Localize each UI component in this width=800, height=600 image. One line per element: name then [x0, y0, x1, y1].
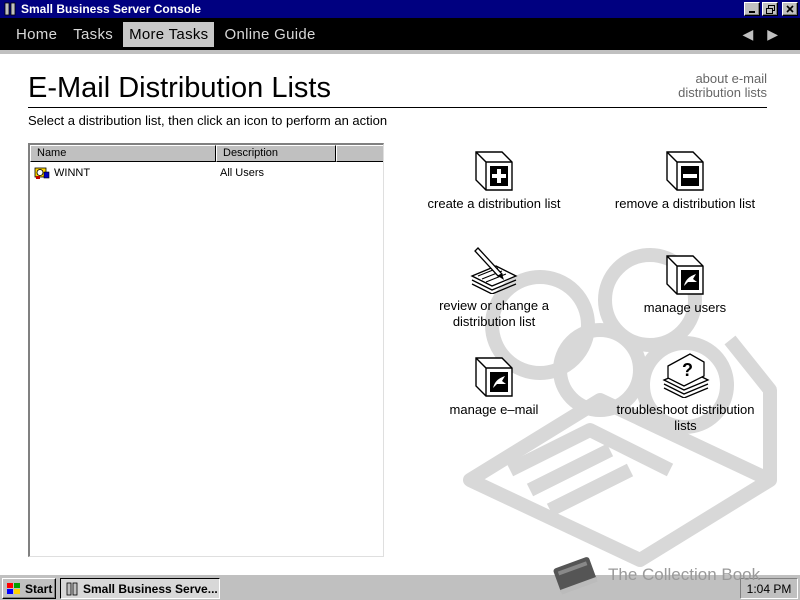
back-arrow-icon[interactable]: ◀: [742, 27, 753, 41]
column-header-filler: [336, 145, 383, 162]
nav-more-tasks[interactable]: More Tasks: [123, 21, 215, 47]
taskbar-console-button[interactable]: Small Business Serve...: [60, 578, 220, 599]
remove-list-icon: [666, 151, 704, 191]
troubleshoot-label-line2: lists: [674, 418, 697, 433]
manage-users-action[interactable]: manage users: [610, 248, 760, 316]
manage-email-action[interactable]: manage e–mail: [420, 350, 568, 418]
manage-users-icon: [666, 255, 704, 295]
list-header: Name Description: [30, 145, 383, 162]
troubleshoot-lists-action[interactable]: ? troubleshoot distribution lists: [598, 350, 773, 434]
taskbar-console-label: Small Business Serve...: [83, 581, 218, 596]
forward-arrow-icon[interactable]: ▶: [767, 27, 778, 41]
review-edit-icon: [470, 247, 518, 294]
remove-list-label: remove a distribution list: [614, 196, 756, 211]
console-app-icon[interactable]: [2, 1, 18, 17]
brand-text: The Collection Book: [608, 565, 761, 584]
instruction-text: Select a distribution list, then click a…: [28, 113, 388, 128]
about-link-line2[interactable]: distribution lists: [678, 86, 767, 100]
close-button[interactable]: [782, 2, 798, 16]
column-header-description[interactable]: Description: [216, 145, 336, 162]
console-nav-bar: Home Tasks More Tasks Online Guide ◀ ▶: [0, 18, 800, 54]
book-icon: [553, 557, 598, 595]
nav-arrows: ◀ ▶: [742, 27, 778, 41]
restore-button[interactable]: [762, 2, 778, 16]
manage-email-icon: [475, 357, 513, 397]
window-title: Small Business Server Console: [21, 2, 202, 16]
brand-watermark: The Collection Book: [548, 552, 760, 598]
svg-text:?: ?: [682, 360, 693, 380]
header-divider: [28, 107, 767, 108]
create-list-label: create a distribution list: [427, 196, 561, 211]
manage-users-label: manage users: [643, 300, 727, 315]
list-item-description: All Users: [220, 166, 265, 179]
create-list-icon: [475, 151, 513, 191]
title-bar: Small Business Server Console: [0, 0, 800, 18]
console-task-icon: [66, 582, 78, 595]
page-title: E-Mail Distribution Lists: [28, 72, 331, 104]
list-item-name-cell[interactable]: WINNT: [30, 166, 216, 180]
troubleshoot-label-line1: troubleshoot distribution: [616, 402, 755, 417]
nav-home[interactable]: Home: [10, 22, 63, 47]
about-link[interactable]: about e-mail distribution lists: [678, 72, 767, 100]
review-label-line1: review or change a: [439, 298, 549, 313]
troubleshoot-icon: ?: [661, 353, 710, 398]
list-item[interactable]: WINNT All Users: [30, 164, 383, 181]
distribution-list-view[interactable]: Name Description WINNT All Users: [28, 143, 384, 557]
remove-distribution-list-action[interactable]: remove a distribution list: [600, 144, 770, 212]
about-link-line1[interactable]: about e-mail: [678, 72, 767, 86]
nav-online-guide[interactable]: Online Guide: [218, 22, 321, 47]
nav-tasks[interactable]: Tasks: [67, 22, 119, 47]
manage-email-label: manage e–mail: [449, 402, 539, 417]
column-header-name[interactable]: Name: [30, 145, 216, 162]
start-button[interactable]: Start: [2, 578, 56, 599]
review-label-line2: distribution list: [452, 314, 536, 329]
distribution-list-icon: [34, 167, 50, 179]
minimize-button[interactable]: [744, 2, 760, 16]
list-item-name: WINNT: [54, 166, 91, 179]
start-label: Start: [25, 581, 53, 596]
review-change-list-action[interactable]: review or change a distribution list: [410, 246, 578, 330]
create-distribution-list-action[interactable]: create a distribution list: [406, 144, 582, 212]
windows-logo-icon: [7, 582, 20, 594]
